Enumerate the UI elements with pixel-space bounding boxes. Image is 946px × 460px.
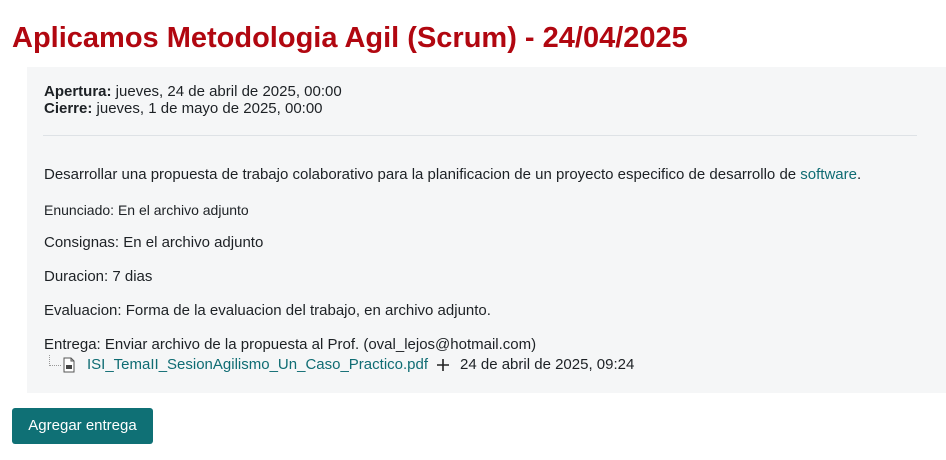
activity-description-box: Apertura: jueves, 24 de abril de 2025, 0… <box>27 67 946 393</box>
attachment-row: ISI_TemaII_SesionAgilismo_Un_Caso_Practi… <box>49 354 635 374</box>
opening-date: Apertura: jueves, 24 de abril de 2025, 0… <box>44 83 342 100</box>
plus-icon[interactable] <box>436 358 450 372</box>
closing-label: Cierre: <box>44 100 93 117</box>
description-intro: Desarrollar una propuesta de trabajo col… <box>44 166 861 184</box>
add-submission-button[interactable]: Agregar entrega <box>12 408 153 444</box>
duracion-text: Duracion: 7 dias <box>44 268 153 285</box>
consignas-text: Consignas: En el archivo adjunto <box>44 234 264 251</box>
pdf-file-icon <box>62 357 76 373</box>
opening-label: Apertura: <box>44 83 112 100</box>
enunciado-text: Enunciado: En el archivo adjunto <box>44 202 249 218</box>
intro-end: . <box>857 166 862 183</box>
closing-date: Cierre: jueves, 1 de mayo de 2025, 00:00 <box>44 100 342 117</box>
entrega-text: Entrega: Enviar archivo de la propuesta … <box>44 336 537 353</box>
activity-dates: Apertura: jueves, 24 de abril de 2025, 0… <box>44 83 342 117</box>
tree-connector <box>49 354 61 366</box>
divider <box>43 135 917 136</box>
intro-text: Desarrollar una propuesta de trabajo col… <box>44 166 801 183</box>
page-title: Aplicamos Metodologia Agil (Scrum) - 24/… <box>12 22 688 54</box>
software-link[interactable]: software <box>800 166 857 183</box>
attachment-file-link[interactable]: ISI_TemaII_SesionAgilismo_Un_Caso_Practi… <box>87 356 428 374</box>
closing-value: jueves, 1 de mayo de 2025, 00:00 <box>92 100 323 117</box>
attachment-date: 24 de abril de 2025, 09:24 <box>460 356 635 373</box>
opening-value: jueves, 24 de abril de 2025, 00:00 <box>111 83 342 100</box>
evaluacion-text: Evaluacion: Forma de la evaluacion del t… <box>44 302 491 319</box>
